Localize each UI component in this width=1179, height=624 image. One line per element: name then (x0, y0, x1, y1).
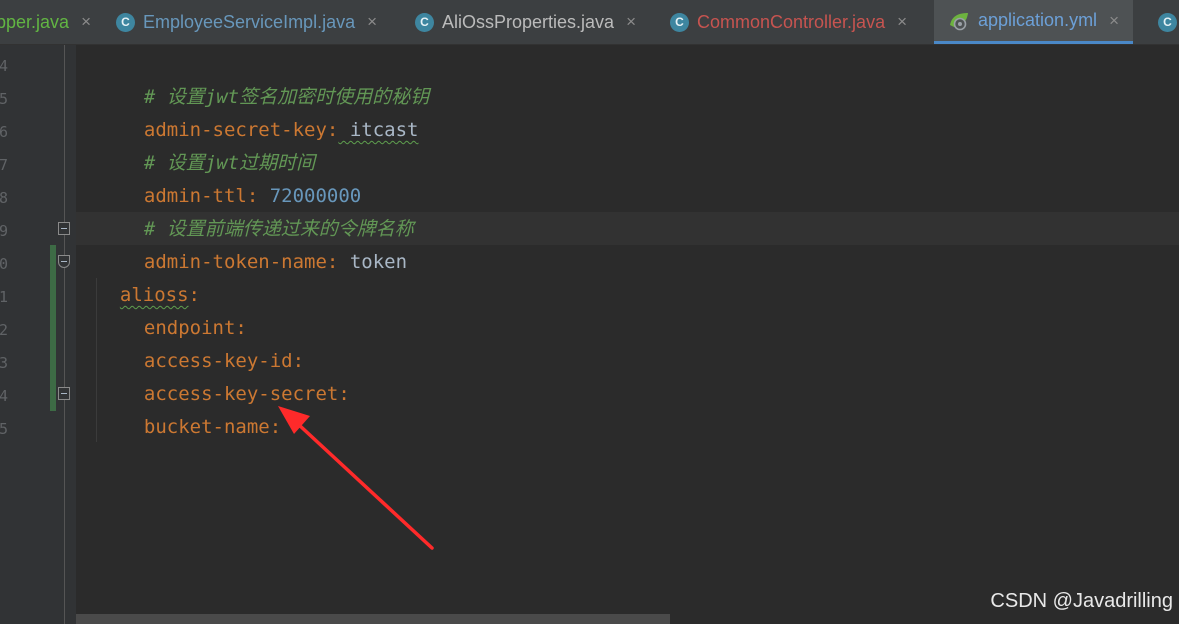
tab-employee-service-impl[interactable]: C EmployeeServiceImpl.java × (116, 0, 377, 44)
tab-more[interactable]: C (1158, 0, 1179, 44)
close-icon[interactable]: × (897, 12, 907, 32)
code-line-bucket-name[interactable]: bucket-name: (121, 378, 281, 438)
tab-label: EmployeeServiceImpl.java (143, 11, 356, 32)
tab-label: application.yml (978, 10, 1098, 30)
annotation-arrow (278, 406, 434, 550)
yaml-value: token (338, 251, 408, 273)
fold-collapse-icon[interactable] (58, 255, 70, 268)
line-number: 3 (0, 354, 8, 372)
close-icon[interactable]: × (367, 12, 377, 32)
close-icon[interactable]: × (626, 12, 636, 32)
code-line-endpoint[interactable]: endpoint: (121, 279, 247, 339)
line-number: 9 (0, 222, 8, 240)
code-line-comment[interactable]: # 设置jwt签名加密时使用的秘钥 (121, 48, 429, 108)
yaml-key: bucket-name (143, 416, 270, 438)
line-number: 7 (0, 156, 8, 174)
editor-tab-bar: pper.java × C EmployeeServiceImpl.java ×… (0, 0, 1179, 45)
line-number: 0 (0, 255, 8, 273)
tab-application-yml[interactable]: application.yml × (934, 0, 1133, 44)
class-icon: C (116, 12, 135, 32)
tab-label: CommonController.java (697, 11, 886, 32)
class-icon: C (415, 12, 434, 32)
line-number: 1 (0, 288, 8, 306)
line-number: 5 (0, 90, 8, 108)
code-line-alioss[interactable]: alioss: (97, 246, 200, 306)
yaml-colon: : (326, 119, 339, 141)
code-line-admin-token-name[interactable]: admin-token-name: token (121, 213, 407, 273)
close-icon[interactable]: × (81, 12, 91, 32)
code-line-admin-ttl[interactable]: admin-ttl: 72000000 (121, 147, 361, 207)
yaml-value: itcast (338, 119, 419, 141)
line-number: 4 (0, 57, 8, 75)
fold-end-icon[interactable] (58, 387, 70, 400)
spring-yml-icon (948, 11, 970, 31)
gutter-divider (64, 45, 65, 624)
line-number: 6 (0, 123, 8, 141)
tab-label: AliOssProperties.java (442, 11, 615, 32)
watermark: CSDN @Javadrilling (990, 590, 1173, 612)
class-icon: C (1158, 12, 1177, 32)
fold-end-icon[interactable] (58, 222, 70, 235)
tab-common-controller[interactable]: C CommonController.java × (670, 0, 907, 44)
horizontal-scrollbar[interactable] (76, 614, 670, 624)
line-number: 5 (0, 420, 8, 438)
line-number: 4 (0, 387, 8, 405)
code-line-access-key-id[interactable]: access-key-id: (121, 312, 304, 372)
tab-label: pper.java (0, 11, 70, 32)
code-line-admin-secret-key[interactable]: admin-secret-key: itcast (121, 81, 419, 141)
tab-mapper-java[interactable]: pper.java × (0, 0, 91, 44)
code-line-comment[interactable]: # 设置前端传递过来的令牌名称 (121, 180, 414, 240)
close-icon[interactable]: × (1109, 11, 1119, 31)
yaml-colon: : (326, 251, 339, 273)
line-number: 8 (0, 189, 8, 207)
class-icon: C (670, 12, 689, 32)
vcs-change-marker[interactable] (50, 245, 56, 411)
line-number: 2 (0, 321, 8, 339)
tab-alioss-properties[interactable]: C AliOssProperties.java × (415, 0, 636, 44)
code-line-comment[interactable]: # 设置jwt过期时间 (121, 114, 315, 174)
code-line-access-key-secret[interactable]: access-key-secret: (121, 345, 350, 405)
